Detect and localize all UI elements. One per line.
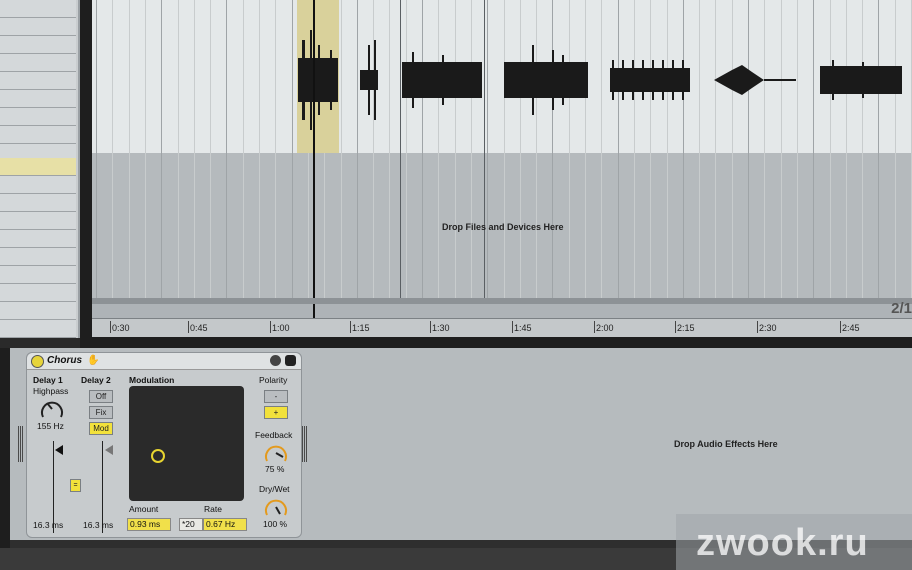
drag-handle-left[interactable] bbox=[18, 426, 24, 462]
ruler-tick bbox=[350, 321, 351, 333]
feedback-label: Feedback bbox=[255, 430, 293, 440]
amount-label: Amount bbox=[129, 504, 159, 514]
highpass-knob[interactable] bbox=[39, 397, 65, 421]
locator-line bbox=[484, 0, 485, 298]
amount-field[interactable]: 0.93 ms bbox=[127, 518, 171, 531]
ruler-tick bbox=[110, 321, 111, 333]
delay2-time: 16.3 ms bbox=[83, 520, 114, 530]
highpass-value: 155 Hz bbox=[37, 421, 64, 431]
track-row[interactable] bbox=[0, 284, 76, 302]
track-row[interactable] bbox=[0, 126, 76, 144]
save-preset-icon[interactable] bbox=[285, 355, 296, 366]
rate-label: Rate bbox=[204, 504, 222, 514]
ruler-label: 1:45 bbox=[514, 323, 532, 333]
track-list bbox=[0, 0, 80, 338]
rate-field[interactable]: 0.67 Hz bbox=[203, 518, 247, 531]
polarity-minus-button[interactable]: - bbox=[264, 390, 288, 403]
drywet-value: 100 % bbox=[263, 519, 288, 529]
arrangement-scrollbar[interactable] bbox=[92, 298, 912, 304]
modulation-xy-pad[interactable] bbox=[129, 386, 244, 501]
track-row[interactable] bbox=[0, 248, 76, 266]
delay2-fader-handle[interactable] bbox=[105, 445, 113, 455]
delay2-label: Delay 2 bbox=[81, 375, 111, 385]
ruler-label: 0:45 bbox=[190, 323, 208, 333]
track-row[interactable] bbox=[0, 54, 76, 72]
ruler-label: 0:30 bbox=[112, 323, 130, 333]
delay1-fader-handle[interactable] bbox=[55, 445, 63, 455]
ruler-label: 2:30 bbox=[759, 323, 777, 333]
track-row[interactable] bbox=[0, 266, 76, 284]
ruler-label: 2:45 bbox=[842, 323, 860, 333]
delay2-fix-button[interactable]: Fix bbox=[89, 406, 113, 419]
link-button[interactable]: = bbox=[70, 479, 81, 492]
track-row-selected[interactable] bbox=[0, 158, 76, 176]
device-title: Chorus bbox=[47, 355, 82, 366]
track-row[interactable] bbox=[0, 90, 76, 108]
track-row[interactable] bbox=[0, 230, 76, 248]
rate-multiplier-button[interactable]: *20 bbox=[179, 518, 203, 531]
chorus-device[interactable]: Chorus ✋ Delay 1 Highpass 155 Hz = 16.3 … bbox=[26, 352, 302, 538]
track-row[interactable] bbox=[0, 194, 76, 212]
ruler-label: 2:15 bbox=[677, 323, 695, 333]
delay1-time: 16.3 ms bbox=[33, 520, 64, 530]
drop-files-hint: Drop Files and Devices Here bbox=[442, 222, 564, 232]
track-row[interactable] bbox=[0, 176, 76, 194]
drywet-knob[interactable] bbox=[263, 495, 289, 519]
hot-swap-icon[interactable] bbox=[270, 355, 281, 366]
audio-waveform bbox=[298, 30, 902, 130]
time-ruler[interactable]: 0:30 0:45 1:00 1:15 1:30 1:45 2:00 2:15 … bbox=[92, 318, 912, 337]
delay2-mod-button[interactable]: Mod bbox=[89, 422, 113, 435]
ruler-tick bbox=[840, 321, 841, 333]
locator-line bbox=[400, 0, 401, 298]
feedback-knob[interactable] bbox=[263, 441, 289, 465]
polarity-label: Polarity bbox=[259, 375, 288, 385]
track-row[interactable] bbox=[0, 72, 76, 90]
delay1-label: Delay 1 bbox=[33, 375, 63, 385]
track-row[interactable] bbox=[0, 18, 76, 36]
drywet-label: Dry/Wet bbox=[259, 484, 290, 494]
watermark-text: zwook.ru bbox=[696, 522, 869, 564]
track-row[interactable] bbox=[0, 108, 76, 126]
arrangement-view[interactable]: Drop Files and Devices Here 2/1 bbox=[92, 0, 912, 318]
delay2-off-button[interactable]: Off bbox=[89, 390, 113, 403]
track-row[interactable] bbox=[0, 0, 76, 18]
track-row[interactable] bbox=[0, 36, 76, 54]
ruler-tick bbox=[188, 321, 189, 333]
drag-handle-right[interactable] bbox=[302, 426, 308, 462]
watermark: zwook.ru bbox=[676, 514, 912, 570]
ruler-tick bbox=[270, 321, 271, 333]
ruler-label: 1:00 bbox=[272, 323, 290, 333]
ruler-label: 1:30 bbox=[432, 323, 450, 333]
ruler-tick bbox=[594, 321, 595, 333]
ruler-tick bbox=[757, 321, 758, 333]
polarity-plus-button[interactable]: + bbox=[264, 406, 288, 419]
left-panel-footer bbox=[0, 338, 80, 348]
xy-pad-dot[interactable] bbox=[151, 449, 165, 463]
page-indicator: 2/1 bbox=[891, 300, 912, 317]
playhead[interactable] bbox=[313, 0, 315, 318]
ruler-tick bbox=[512, 321, 513, 333]
modulation-label: Modulation bbox=[129, 375, 175, 385]
ruler-tick bbox=[675, 321, 676, 333]
feedback-value: 75 % bbox=[265, 464, 285, 474]
track-row[interactable] bbox=[0, 320, 76, 338]
hand-icon[interactable]: ✋ bbox=[87, 355, 99, 366]
track-row[interactable] bbox=[0, 212, 76, 230]
highpass-label: Highpass bbox=[33, 386, 69, 396]
device-power-button[interactable] bbox=[31, 355, 44, 368]
ruler-label: 2:00 bbox=[596, 323, 614, 333]
track-row[interactable] bbox=[0, 302, 76, 320]
drop-effects-hint: Drop Audio Effects Here bbox=[674, 439, 778, 449]
ruler-label: 1:15 bbox=[352, 323, 370, 333]
device-title-bar[interactable]: Chorus ✋ bbox=[27, 353, 301, 370]
ruler-tick bbox=[430, 321, 431, 333]
